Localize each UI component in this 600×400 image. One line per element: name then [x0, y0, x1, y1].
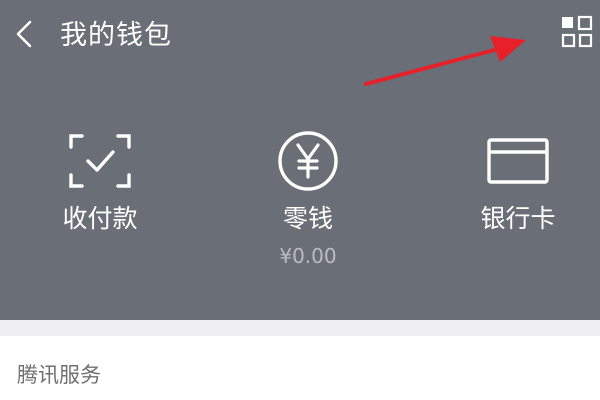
section-divider: [0, 320, 600, 336]
tencent-services-title: 腾讯服务: [17, 363, 101, 387]
grid-icon: [560, 15, 594, 53]
change-label: 零钱: [282, 204, 333, 233]
scan-check-icon: [0, 126, 200, 196]
chevron-left-icon: [13, 18, 35, 54]
bank-card-button[interactable]: 银行卡: [418, 118, 600, 278]
bank-card-label: 银行卡: [480, 204, 556, 233]
receive-pay-label: 收付款: [62, 204, 138, 233]
bank-card-icon: [418, 126, 600, 196]
change-balance-button[interactable]: 零钱 ¥0.00: [208, 118, 408, 278]
back-button[interactable]: [8, 16, 40, 56]
yuan-coin-icon: [208, 126, 408, 196]
page-title: 我的钱包: [60, 20, 172, 51]
wallet-screen: 我的钱包 收付款 零钱 ¥0.00 银行卡 腾讯服务: [0, 0, 600, 400]
wallet-header: 我的钱包 收付款 零钱 ¥0.00 银行卡: [0, 0, 600, 320]
receive-pay-button[interactable]: 收付款: [0, 118, 200, 278]
top-bar: 我的钱包: [0, 0, 600, 72]
change-balance-value: ¥0.00: [279, 244, 337, 268]
more-button[interactable]: [558, 14, 596, 54]
